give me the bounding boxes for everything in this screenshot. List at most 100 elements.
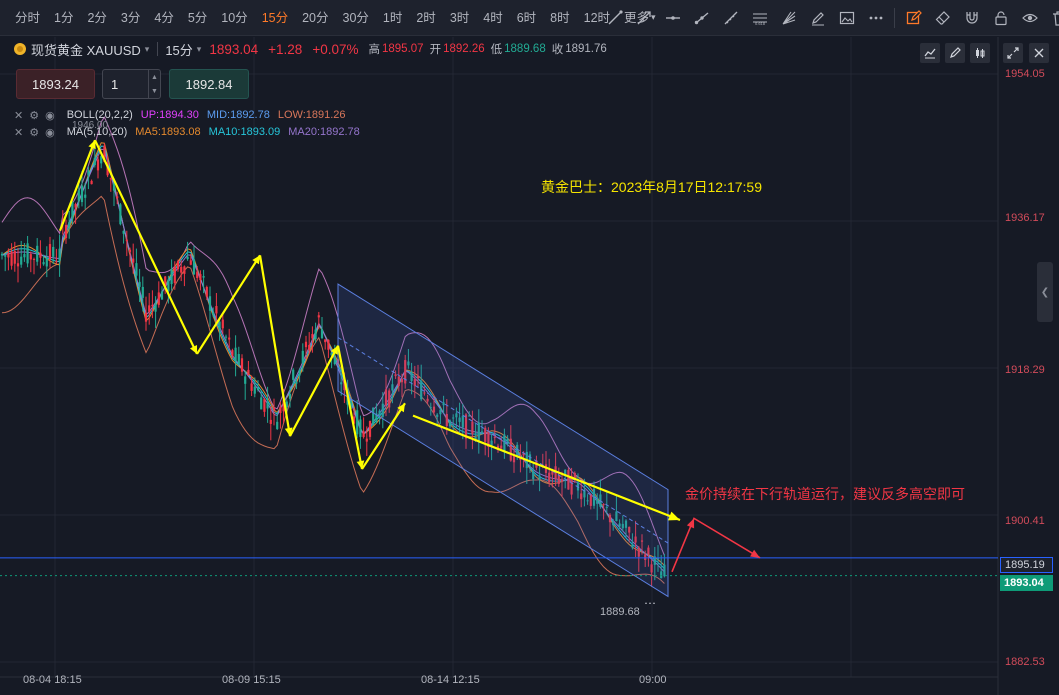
arrow-line-tool-button[interactable] [629,4,658,32]
candle-body [333,357,336,365]
close-chart-button[interactable] [1029,43,1049,63]
interval-16[interactable]: 8时 [543,0,576,36]
candle-body [292,369,295,380]
price-tick: 1900.41 [1005,515,1045,527]
interval-3[interactable]: 2分 [80,0,113,36]
eye-icon[interactable]: ◉ [45,126,55,139]
candle-body [160,291,164,300]
side-panel-handle[interactable]: ❮ [1037,262,1053,322]
candle-body [218,321,221,330]
interval-14[interactable]: 4时 [476,0,509,36]
candle-body [359,419,362,437]
indicator-chart-icon [924,48,936,59]
candle-body [84,194,87,198]
interval-15[interactable]: 6时 [510,0,543,36]
candle-body [240,358,244,372]
candle-body [228,337,231,340]
interval-4[interactable]: 3分 [114,0,147,36]
trash-tool-button[interactable] [1044,4,1059,32]
candle-body [42,262,45,265]
candle-body [301,350,304,364]
sell-price-button[interactable]: 1893.24 [16,69,95,99]
stepper-arrows-icon[interactable]: ▲ ▼ [148,70,160,98]
trend-line-tool-button[interactable] [600,4,629,32]
boll-mid: MID:1892.78 [206,109,270,121]
eraser-tool-button[interactable] [928,4,957,32]
drawing-tools: 0.618 [600,0,1059,36]
interval-5[interactable]: 4分 [147,0,180,36]
candle-body [32,258,36,260]
forecast-path [671,517,761,573]
draw-button[interactable] [945,43,965,63]
candle-body [269,419,272,424]
close-icon[interactable]: ✕ [14,109,23,122]
candle-body [327,339,330,350]
swing-arrow-line [58,139,97,232]
horizontal-line-icon [665,16,680,20]
edit-icon [906,10,922,25]
lock-tool-button[interactable] [986,4,1015,32]
interval-9[interactable]: 20分 [295,0,335,36]
candle-body [186,256,189,260]
close-icon[interactable]: ✕ [14,126,23,139]
interval-selector[interactable]: 15分 [165,40,192,59]
close-key: 收 [551,44,564,56]
candle-body [247,369,250,375]
fan-tool-button[interactable] [774,4,803,32]
interval-2[interactable]: 1分 [47,0,80,36]
price-tick: 1918.29 [1005,364,1045,376]
horizontal-line-price-tag[interactable]: 1895.19 [1000,557,1053,573]
candle-body [304,341,308,348]
interval-8[interactable]: 15分 [255,0,295,36]
interval-7[interactable]: 10分 [214,0,254,36]
candle-body [320,329,324,339]
quantity-stepper[interactable]: 1 ▲ ▼ [102,69,161,99]
interval-10[interactable]: 30分 [336,0,376,36]
candle-body [4,255,7,257]
candle-body [132,258,135,263]
candle-body [208,296,212,311]
interval-13[interactable]: 3时 [443,0,476,36]
ray-tool-button[interactable] [687,4,716,32]
magnet-tool-button[interactable] [957,4,986,32]
edit-tool-button[interactable] [899,4,928,32]
interval-11[interactable]: 1时 [376,0,409,36]
buy-price-button[interactable]: 1892.84 [169,69,249,99]
interval-6[interactable]: 5分 [181,0,214,36]
settings-icon[interactable]: ⚙ [29,126,39,139]
image-tool-button[interactable] [832,4,861,32]
quantity-value[interactable]: 1 [111,77,118,92]
candle-body [45,257,48,267]
low-value: 1889.68 [504,43,546,55]
candle-body [260,397,263,410]
fib-retrace-tool-button[interactable]: 0.618 [745,4,774,32]
fib-tool-button[interactable] [716,4,745,32]
settings-icon[interactable]: ⚙ [29,109,39,122]
divider [157,42,159,56]
brush-tool-button[interactable] [803,4,832,32]
boll-up: UP:1894.30 [140,109,199,121]
candle-body [167,279,170,292]
symbol-name[interactable]: 现货黄金 XAUUSD [31,40,141,59]
chart-type-button[interactable] [920,43,940,63]
candle-body [356,410,359,435]
ma10-value: MA10:1893.09 [208,126,281,138]
time-tick: 08-14 12:15 [421,674,480,686]
last-price-tag: 1893.04 [1000,575,1053,591]
eye-tool-button[interactable] [1015,4,1044,32]
candle-body [87,170,90,176]
candle-style-button[interactable] [970,43,990,63]
fullscreen-button[interactable] [1003,43,1023,63]
eye-icon[interactable]: ◉ [45,109,55,122]
candle-body [199,274,202,281]
high-value: 1895.07 [381,43,424,55]
horizontal-line-tool-button[interactable] [658,4,687,32]
symbol-dropdown-icon[interactable]: ▾ [145,44,150,55]
time-tick: 08-04 18:15 [23,674,82,686]
low-price-marker: 1889.68 [600,606,640,618]
candle-body [368,420,372,437]
interval-12[interactable]: 2时 [409,0,442,36]
interval-1[interactable]: 分时 [8,0,47,36]
interval-dropdown-icon[interactable]: ▾ [197,44,202,55]
more-dots-tool-button[interactable] [861,4,890,32]
